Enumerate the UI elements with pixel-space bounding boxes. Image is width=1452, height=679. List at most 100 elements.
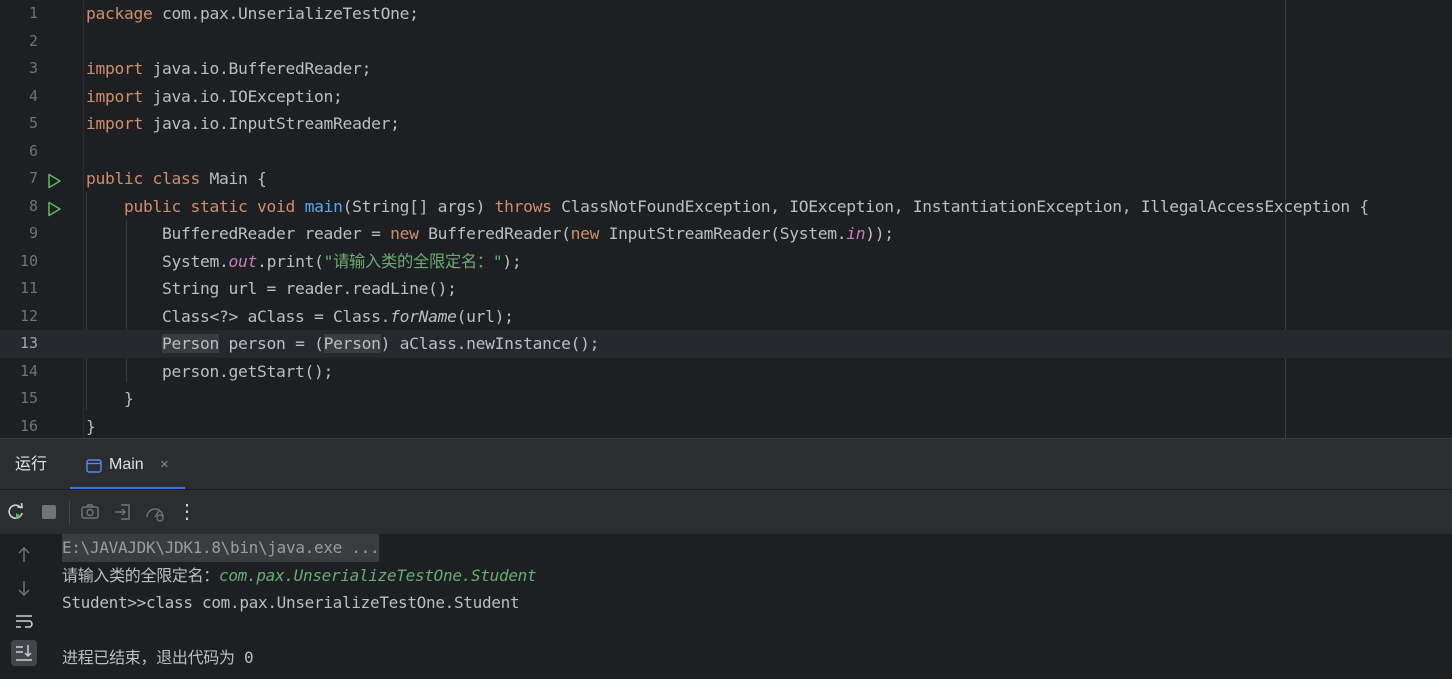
code-line[interactable]: 5 import java.io.InputStreamReader; <box>0 110 1452 138</box>
code-token: java.io.BufferedReader; <box>143 59 372 78</box>
run-gutter-icon[interactable] <box>46 171 62 189</box>
line-number: 9 <box>28 224 38 242</box>
line-number: 1 <box>28 4 38 22</box>
line-number: 2 <box>28 31 38 50</box>
code-token: java.io.IOException; <box>143 86 343 106</box>
code-line[interactable]: 6 <box>0 138 1452 166</box>
line-number: 4 <box>28 86 38 105</box>
code-token: } <box>86 416 96 436</box>
code-token: ); <box>502 251 522 271</box>
restore-layout-icon[interactable] <box>112 501 134 523</box>
stop-icon[interactable] <box>38 501 60 523</box>
line-number: 10 <box>19 251 38 270</box>
code-text: BufferedReader reader = new BufferedRead… <box>86 220 894 248</box>
console-side-toolbar <box>0 534 48 679</box>
code-text: public static void main(String[] args) t… <box>86 193 1369 221</box>
code-text: person.getStart(); <box>86 358 333 386</box>
line-number: 8 <box>28 196 38 215</box>
code-token: )); <box>865 224 894 243</box>
code-token: } <box>86 389 134 408</box>
code-token: BufferedReader reader = <box>86 224 391 243</box>
code-token: Person <box>323 334 381 353</box>
code-token: import <box>86 114 144 133</box>
line-number: 7 <box>28 169 38 187</box>
line-number: 13 <box>19 334 38 352</box>
code-token: import <box>86 86 144 106</box>
run-tool-window-title: 运行 <box>15 456 48 473</box>
code-token: import <box>86 59 144 78</box>
code-token: forName <box>390 306 457 326</box>
code-line[interactable]: 14 person.getStart(); <box>0 358 1452 386</box>
code-text: Person person = (Person) aClass.newInsta… <box>86 330 599 358</box>
arrow-down-icon[interactable] <box>11 575 37 601</box>
console-output[interactable]: E:\JAVAJDK\JDK1.8\bin\java.exe ... 请输入类的… <box>0 534 1452 679</box>
code-token: (url); <box>456 306 514 326</box>
code-token: public class <box>86 169 201 188</box>
code-token: public static void <box>124 196 296 216</box>
code-token: com.pax.UnserializeTestOne; <box>152 4 419 23</box>
screenshot-icon[interactable] <box>79 501 101 523</box>
profiler-icon[interactable] <box>144 501 166 523</box>
code-line[interactable]: 1 package com.pax.UnserializeTestOne; <box>0 0 1452 28</box>
line-number: 12 <box>19 306 38 325</box>
code-token: String url = reader.readLine(); <box>86 279 457 298</box>
close-icon[interactable]: × <box>160 439 169 490</box>
code-token: Main { <box>200 169 267 188</box>
code-text: import java.io.BufferedReader; <box>86 55 371 83</box>
arrow-up-icon[interactable] <box>11 542 37 568</box>
code-line[interactable]: 8 public static void main(String[] args)… <box>0 193 1452 221</box>
code-token: .print( <box>257 251 324 271</box>
line-number: 15 <box>19 389 38 407</box>
code-token: (String[] args) <box>342 196 495 216</box>
code-token: ClassNotFoundException, IOException, Ins… <box>551 196 1369 216</box>
code-line[interactable]: 12 Class<?> aClass = Class.forName(url); <box>0 303 1452 331</box>
code-line[interactable]: 10 System.out.print("请输入类的全限定名："); <box>0 248 1452 276</box>
code-line[interactable]: 11 String url = reader.readLine(); <box>0 275 1452 303</box>
code-line[interactable]: 3 import java.io.BufferedReader; <box>0 55 1452 83</box>
code-line[interactable]: 16} <box>0 413 1452 439</box>
line-number: 14 <box>19 361 38 380</box>
code-token: in <box>846 224 866 243</box>
console-prompt-line: 请输入类的全限定名：com.pax.UnserializeTestOne.Stu… <box>62 562 537 590</box>
code-line[interactable]: 7 public class Main { <box>0 165 1452 193</box>
code-line[interactable]: 4 import java.io.IOException; <box>0 83 1452 111</box>
more-vertical-icon[interactable]: ⋮ <box>177 501 197 523</box>
code-token: InputStreamReader(System. <box>599 224 847 243</box>
code-token: java.io.InputStreamReader; <box>143 114 400 133</box>
run-toolbar: ⋮ <box>0 489 1452 534</box>
code-text: Class<?> aClass = Class.forName(url); <box>86 303 514 331</box>
line-number: 11 <box>19 279 38 297</box>
code-text: public class Main { <box>86 165 267 193</box>
application-window-icon <box>86 458 102 479</box>
code-editor[interactable]: 1 package com.pax.UnserializeTestOne; 2 3 im… <box>0 0 1452 438</box>
tab-main[interactable]: Main × <box>70 439 185 490</box>
line-number: 5 <box>28 114 38 132</box>
line-number: 6 <box>28 141 38 160</box>
code-token: "请输入类的全限定名：" <box>323 251 503 271</box>
code-token: System. <box>86 251 229 271</box>
soft-wrap-icon[interactable] <box>11 608 37 634</box>
code-text: System.out.print("请输入类的全限定名："); <box>86 248 522 276</box>
toolbar-separator <box>69 500 70 525</box>
code-token: person = ( <box>219 334 324 353</box>
code-token: throws <box>494 196 552 216</box>
code-line[interactable]: 15 } <box>0 385 1452 413</box>
code-token: out <box>228 251 258 271</box>
line-number: 3 <box>28 59 38 77</box>
code-token: new <box>570 224 600 243</box>
code-line[interactable]: 13 Person person = (Person) aClass.newIn… <box>0 330 1452 358</box>
console-command-line: E:\JAVAJDK\JDK1.8\bin\java.exe ... <box>62 534 380 562</box>
code-token: main <box>304 196 343 216</box>
rerun-icon[interactable] <box>5 501 27 523</box>
code-token: BufferedReader( <box>418 224 571 243</box>
code-line[interactable]: 9 BufferedReader reader = new BufferedRe… <box>0 220 1452 248</box>
console-prompt: 请输入类的全限定名： <box>62 565 220 585</box>
code-text: } <box>86 385 134 413</box>
code-line[interactable]: 2 <box>0 28 1452 56</box>
console-user-input: com.pax.UnserializeTestOne.Student <box>219 565 537 585</box>
line-number: 16 <box>19 416 38 435</box>
scroll-to-end-icon[interactable] <box>11 640 37 666</box>
run-gutter-icon[interactable] <box>46 199 62 216</box>
